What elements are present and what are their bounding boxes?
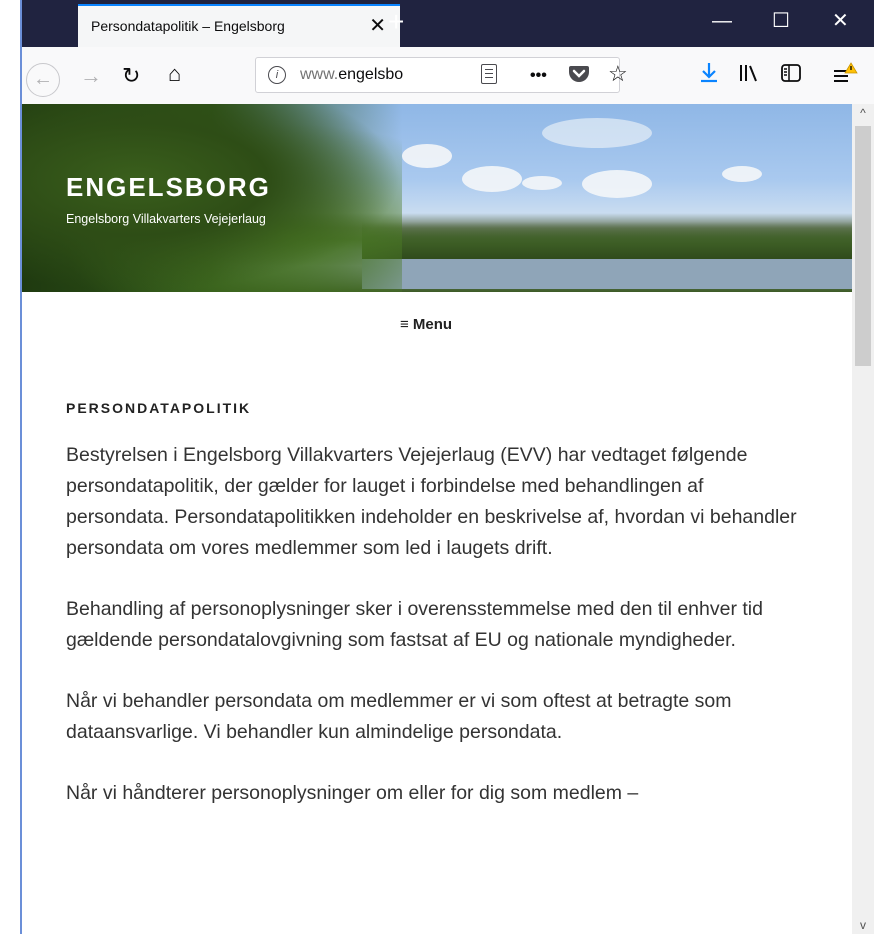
info-icon[interactable]: i <box>268 66 286 84</box>
page-title: PERSONDATAPOLITIK <box>66 400 252 416</box>
url-text[interactable]: www.engelsbo <box>300 66 435 84</box>
back-arrow-icon[interactable]: ← <box>26 63 60 97</box>
page-content: PERSONDATAPOLITIK Bestyrelsen i Engelsbo… <box>66 400 806 839</box>
browser-window: Persondatapolitik – Engelsborg ✕ + — ☐ ✕… <box>20 0 874 934</box>
bookmark-star-icon[interactable]: ☆ <box>608 61 628 87</box>
header-banner-image: ENGELSBORG Engelsborg Villakvarters Veje… <box>22 104 852 292</box>
title-bar: Persondatapolitik – Engelsborg ✕ + — ☐ ✕ <box>22 0 874 47</box>
site-description: Engelsborg Villakvarters Vejejerlaug <box>66 212 266 226</box>
paragraph: Behandling af personoplysninger sker i o… <box>66 598 763 651</box>
tab-active[interactable]: Persondatapolitik – Engelsborg ✕ <box>78 4 400 47</box>
page-actions-icon[interactable]: ••• <box>530 63 547 89</box>
scroll-up-arrow-icon[interactable]: ^ <box>852 106 874 120</box>
minimize-button[interactable]: — <box>712 10 732 32</box>
sidebar-icon[interactable] <box>780 63 802 89</box>
library-icon[interactable] <box>738 63 760 89</box>
menu-alert-icon[interactable] <box>832 61 858 91</box>
vertical-scrollbar[interactable]: ^ v <box>852 104 874 934</box>
new-tab-button[interactable]: + <box>388 5 404 39</box>
scroll-down-arrow-icon[interactable]: v <box>852 918 874 932</box>
paragraph: Når vi behandler persondata om medlemmer… <box>66 690 732 743</box>
close-window-button[interactable]: ✕ <box>832 10 849 32</box>
scrollbar-thumb[interactable] <box>855 126 871 366</box>
paragraph: Bestyrelsen i Engelsborg Villakvarters V… <box>66 444 797 559</box>
url-domain: engelsbo <box>338 66 404 83</box>
home-icon[interactable]: ⌂ <box>168 61 181 87</box>
reader-view-icon[interactable] <box>481 64 497 84</box>
url-bar[interactable]: i www.engelsbo <box>255 57 620 93</box>
reload-icon[interactable]: ↻ <box>122 63 140 89</box>
forward-arrow-icon[interactable]: → <box>80 63 102 89</box>
tab-close-icon[interactable]: ✕ <box>369 14 386 38</box>
maximize-button[interactable]: ☐ <box>772 10 790 32</box>
url-prefix: www. <box>300 66 339 83</box>
pocket-icon[interactable] <box>568 62 590 90</box>
menu-button[interactable]: ≡ Menu <box>400 316 452 333</box>
paragraph: Når vi håndterer personoplysninger om el… <box>66 782 639 804</box>
tab-title: Persondatapolitik – Engelsborg <box>91 18 285 34</box>
downloads-icon[interactable] <box>698 61 720 91</box>
navigation-bar: ← → ↻ ⌂ i www.engelsbo ••• ☆ <box>22 47 874 105</box>
site-title[interactable]: ENGELSBORG <box>66 172 271 203</box>
